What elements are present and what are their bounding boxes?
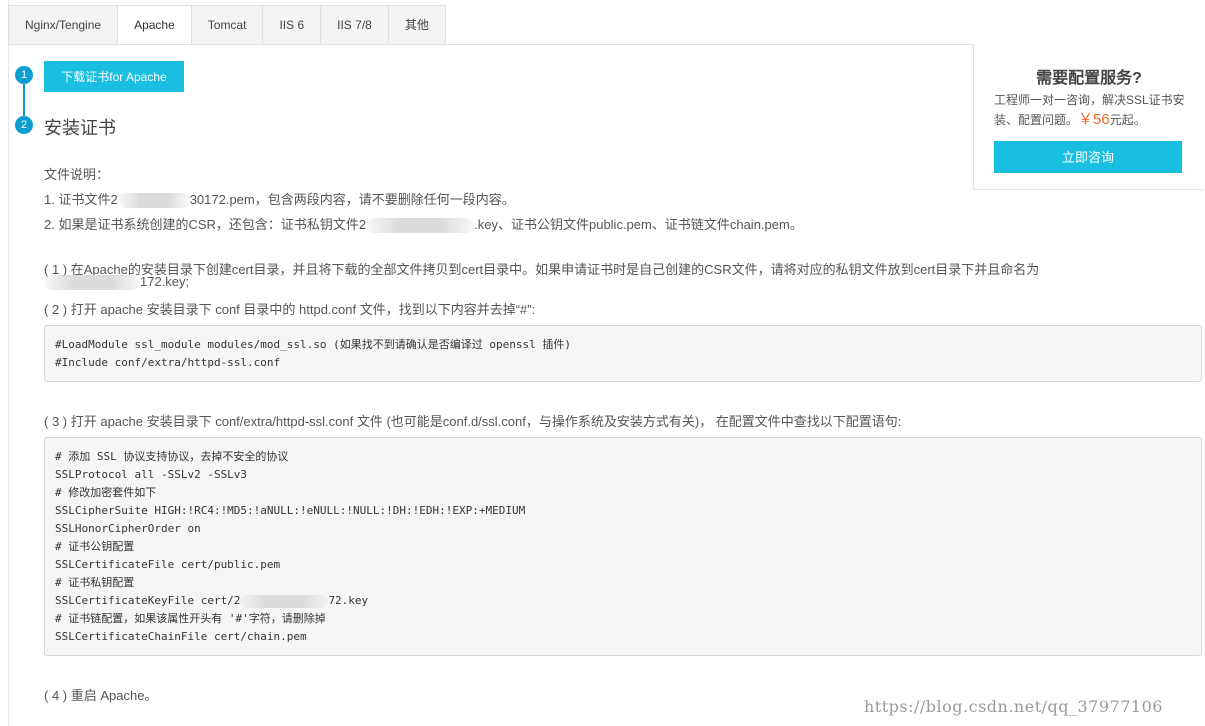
step-1-badge: 1 [15, 66, 33, 84]
code-line: # 证书私钥配置 [55, 576, 135, 589]
tab-tomcat[interactable]: Tomcat [190, 5, 263, 45]
code-line: #Include conf/extra/httpd-ssl.conf [55, 356, 281, 369]
code-line: # 证书链配置，如果该属性开头有 '#'字符，请删除掉 [55, 612, 326, 625]
service-price: ￥56 [1078, 111, 1110, 128]
file-desc-line-2: 2. 如果是证书系统创建的CSR，还包含：证书私钥文件2 .key、证书公钥文件p… [44, 217, 803, 234]
step-2-badge: 2 [15, 116, 33, 134]
consult-now-button[interactable]: 立即咨询 [994, 141, 1182, 173]
code-line: SSLHonorCipherOrder on [55, 522, 201, 535]
instruction-step-4: ( 4 ) 重启 Apache。 [44, 688, 158, 703]
file-desc-heading: 文件说明： [44, 167, 110, 182]
code-line: #LoadModule ssl_module modules/mod_ssl.s… [55, 338, 571, 351]
config-service-panel: 需要配置服务? 工程师一对一咨询，解决SSL证书安装、配置问题。￥56元起。 立… [973, 44, 1204, 190]
server-tabs: Nginx/Tengine Apache Tomcat IIS 6 IIS 7/… [8, 5, 446, 45]
tab-apache[interactable]: Apache [117, 5, 191, 45]
tab-iis78[interactable]: IIS 7/8 [320, 5, 388, 45]
code-line: SSLCertificateKeyFile cert/2 72.key [55, 594, 369, 608]
service-title: 需要配置服务? [1036, 70, 1142, 87]
code-line: # 添加 SSL 协议支持协议，去掉不安全的协议 [55, 450, 289, 463]
download-cert-button[interactable]: 下载证书for Apache [44, 61, 184, 92]
code-line: SSLCertificateFile cert/public.pem [55, 558, 281, 571]
step-connector [23, 84, 25, 116]
code-block-httpd-conf: #LoadModule ssl_module modules/mod_ssl.s… [44, 325, 1202, 382]
redacted-text [240, 594, 329, 608]
tab-other[interactable]: 其他 [387, 5, 446, 45]
code-line: SSLCertificateChainFile cert/chain.pem [55, 630, 307, 643]
code-line: # 修改加密套件如下 [55, 486, 157, 499]
instruction-step-3: ( 3 ) 打开 apache 安装目录下 conf/extra/httpd-s… [44, 414, 902, 429]
step-2-title: 安装证书 [44, 118, 116, 138]
instruction-step-1-cont: 172.key; [44, 274, 189, 291]
watermark-text: https://blog.csdn.net/qq_37977106 [864, 697, 1163, 716]
service-description: 工程师一对一咨询，解决SSL证书安装、配置问题。￥56元起。 [994, 93, 1185, 128]
file-desc-line-1: 1. 证书文件2 30172.pem，包含两段内容，请不要删除任何一段内容。 [44, 192, 515, 209]
tab-nginx[interactable]: Nginx/Tengine [8, 5, 118, 45]
code-block-ssl-conf: # 添加 SSL 协议支持协议，去掉不安全的协议 SSLProtocol all… [44, 437, 1202, 656]
instruction-step-1: ( 1 ) 在Apache的安装目录下创建cert目录，并且将下载的全部文件拷贝… [44, 262, 1040, 277]
code-line: # 证书公钥配置 [55, 540, 135, 553]
code-line: SSLProtocol all -SSLv2 -SSLv3 [55, 468, 248, 481]
tab-iis6[interactable]: IIS 6 [262, 5, 321, 45]
code-line: SSLCipherSuite HIGH:!RC4:!MD5:!aNULL:!eN… [55, 504, 526, 517]
redacted-text [366, 218, 475, 234]
redacted-text [44, 275, 140, 291]
redacted-text [117, 193, 190, 209]
instruction-step-2: ( 2 ) 打开 apache 安装目录下 conf 目录中的 httpd.co… [44, 302, 536, 317]
